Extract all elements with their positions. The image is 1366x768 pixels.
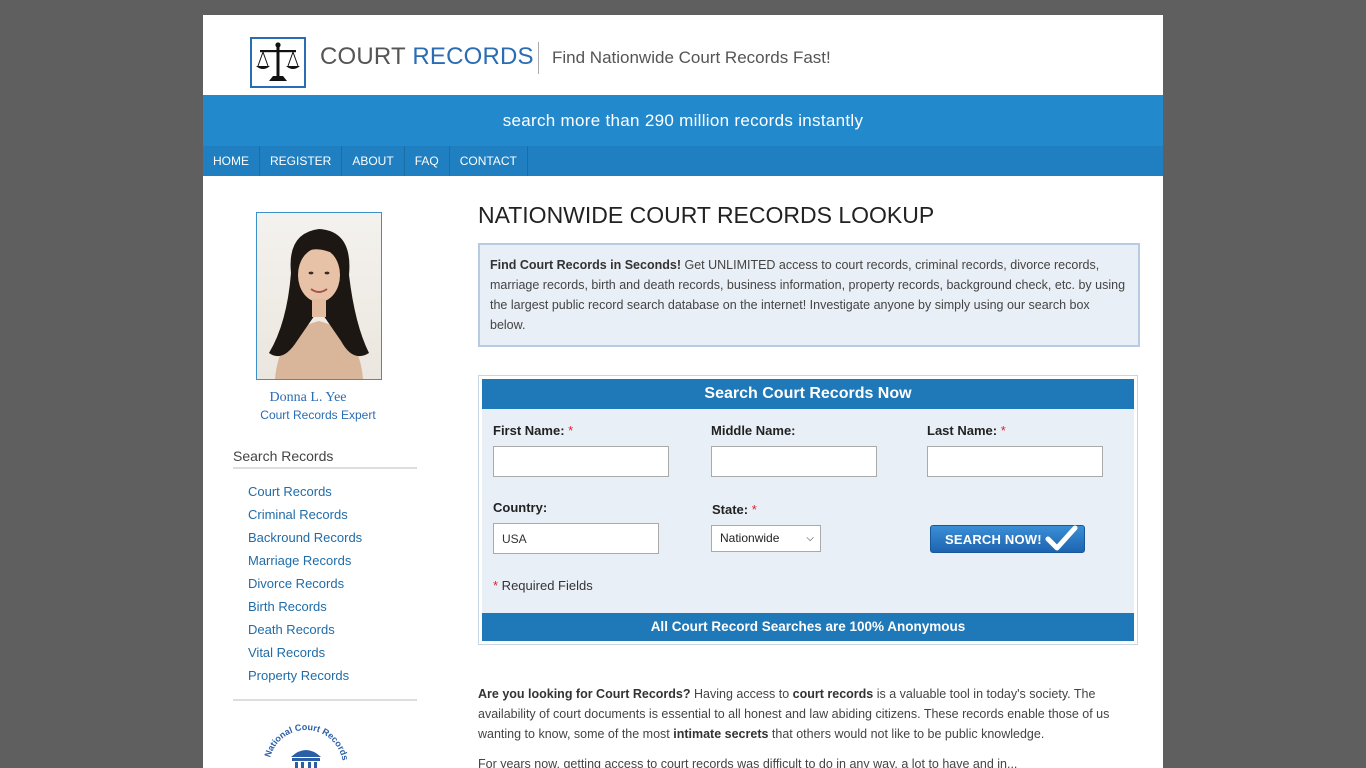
site-logo-text[interactable]: COURT RECORDS	[320, 43, 534, 71]
logo-word-records: RECORDS	[412, 43, 534, 70]
search-now-button-label: SEARCH NOW!	[945, 532, 1042, 547]
body-bold-intimate-secrets: intimate secrets	[673, 727, 769, 741]
search-form: Search Court Records Now First Name: * M…	[478, 375, 1138, 645]
sidebar-link-divorce-records[interactable]: Divorce Records	[248, 576, 362, 599]
search-records-heading: Search Records	[233, 448, 417, 469]
state-label-text: State:	[712, 502, 749, 517]
state-select-value: Nationwide	[720, 531, 780, 545]
sidebar-link-death-records[interactable]: Death Records	[248, 622, 362, 645]
nav-contact[interactable]: CONTACT	[450, 146, 528, 176]
promo-banner: search more than 290 million records ins…	[203, 95, 1163, 146]
required-marker: *	[1000, 423, 1006, 438]
sidebar: Donna L. Yee Court Records Expert Search…	[203, 176, 453, 768]
anonymous-note: All Court Record Searches are 100% Anony…	[482, 613, 1134, 641]
nav-about[interactable]: ABOUT	[342, 146, 405, 176]
sidebar-link-property-records[interactable]: Property Records	[248, 668, 362, 691]
sidebar-link-court-records[interactable]: Court Records	[248, 484, 362, 507]
intro-bold: Find Court Records in Seconds!	[490, 258, 681, 272]
required-fields-text: Required Fields	[498, 578, 593, 593]
sidebar-link-marriage-records[interactable]: Marriage Records	[248, 553, 362, 576]
sidebar-link-criminal-records[interactable]: Criminal Records	[248, 507, 362, 530]
expert-title: Court Records Expert	[260, 408, 376, 422]
nav-register[interactable]: REGISTER	[260, 146, 343, 176]
logo-divider	[538, 42, 539, 74]
search-form-inner: Search Court Records Now First Name: * M…	[482, 379, 1134, 641]
middle-name-label: Middle Name:	[711, 423, 796, 438]
checkmark-icon	[1042, 524, 1080, 564]
country-input[interactable]	[493, 523, 659, 554]
site-header: COURT RECORDS Find Nationwide Court Reco…	[203, 15, 1163, 95]
state-label: State: *	[712, 502, 757, 517]
body-paragraph: Are you looking for Court Records? Havin…	[478, 684, 1140, 744]
chevron-down-icon: ⌵	[806, 533, 814, 544]
main-nav: HOME REGISTER ABOUT FAQ CONTACT	[203, 146, 1163, 176]
body-text-part: Having access to	[690, 687, 793, 701]
body-paragraph-2: For years now, getting access to court r…	[478, 757, 1018, 768]
required-fields-note: * Required Fields	[493, 578, 593, 593]
page: COURT RECORDS Find Nationwide Court Reco…	[203, 15, 1163, 768]
scales-logo-icon[interactable]	[250, 37, 306, 88]
first-name-input[interactable]	[493, 446, 669, 477]
search-form-heading: Search Court Records Now	[482, 379, 1134, 409]
last-name-label: Last Name: *	[927, 423, 1006, 438]
first-name-label: First Name: *	[493, 423, 573, 438]
required-marker: *	[568, 423, 574, 438]
site-tagline: Find Nationwide Court Records Fast!	[552, 48, 831, 67]
expert-name: Donna L. Yee	[269, 390, 347, 405]
body-bold-court-records: court records	[792, 687, 874, 701]
nav-faq[interactable]: FAQ	[405, 146, 450, 176]
state-select[interactable]: Nationwide ⌵	[711, 525, 821, 552]
sidebar-link-vital-records[interactable]: Vital Records	[248, 645, 362, 668]
sidebar-link-birth-records[interactable]: Birth Records	[248, 599, 362, 622]
body-text-part: that others would not like to be public …	[768, 727, 1045, 741]
sidebar-link-background-records[interactable]: Backround Records	[248, 530, 362, 553]
body-question: Are you looking for Court Records?	[478, 687, 691, 701]
search-records-list: Court Records Criminal Records Backround…	[248, 484, 362, 691]
country-label: Country:	[493, 500, 548, 515]
first-name-label-text: First Name:	[493, 423, 565, 438]
sidebar-divider	[233, 699, 417, 701]
intro-box: Find Court Records in Seconds! Get UNLIM…	[478, 243, 1140, 347]
logo-word-court: COURT	[320, 43, 406, 70]
nav-home[interactable]: HOME	[203, 146, 260, 176]
national-court-records-seal-icon: National Court Records	[261, 721, 351, 768]
required-marker: *	[751, 502, 757, 517]
expert-photo	[256, 212, 382, 380]
last-name-label-text: Last Name:	[927, 423, 998, 438]
last-name-input[interactable]	[927, 446, 1103, 477]
page-title: NATIONWIDE COURT RECORDS LOOKUP	[478, 202, 935, 228]
search-now-button[interactable]: SEARCH NOW!	[930, 525, 1085, 553]
middle-name-input[interactable]	[711, 446, 877, 477]
